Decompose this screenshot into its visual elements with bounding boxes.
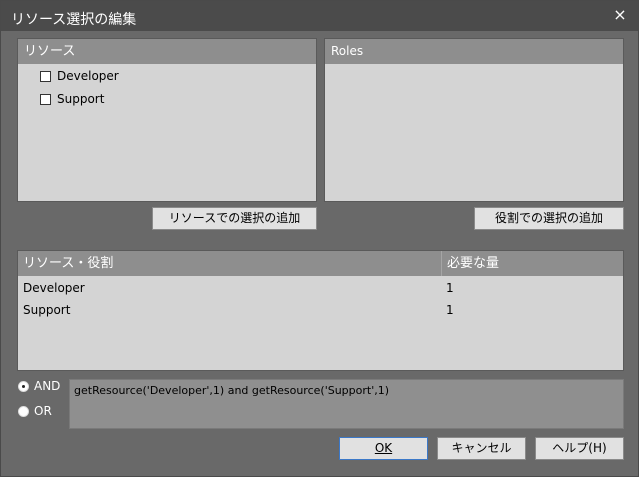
- table-row[interactable]: Support 1: [18, 299, 623, 321]
- ok-label: OK: [374, 441, 393, 455]
- column-header-required-amount[interactable]: 必要な量: [442, 251, 623, 276]
- resources-panel-header: リソース: [18, 39, 316, 64]
- close-icon[interactable]: ×: [610, 5, 630, 25]
- resources-panel: リソース Developer Support: [17, 38, 317, 202]
- row-amount: 1: [446, 281, 454, 295]
- resource-item-label: Support: [57, 92, 105, 106]
- table-row[interactable]: Developer 1: [18, 277, 623, 299]
- column-header-resource-role[interactable]: リソース・役割: [18, 251, 442, 276]
- row-name: Support: [23, 303, 71, 317]
- and-radio-option[interactable]: AND: [18, 379, 60, 393]
- row-amount: 1: [446, 303, 454, 317]
- support-checkbox[interactable]: [40, 93, 51, 105]
- add-by-role-button[interactable]: 役割での選択の追加: [474, 207, 624, 230]
- resource-item-label: Developer: [57, 69, 119, 83]
- edit-resource-selection-dialog: リソース選択の編集 × リソース Developer Support Roles…: [0, 0, 639, 477]
- ok-button[interactable]: OK: [339, 437, 428, 460]
- or-radio-option[interactable]: OR: [18, 404, 52, 418]
- resource-item-support[interactable]: Support: [40, 90, 104, 108]
- add-by-resource-button[interactable]: リソースでの選択の追加: [152, 207, 317, 230]
- roles-panel: Roles: [324, 38, 624, 202]
- title-bar: リソース選択の編集 ×: [1, 1, 638, 31]
- requirements-table: リソース・役割 必要な量 Developer 1 Support 1: [17, 250, 624, 371]
- or-label: OR: [34, 404, 52, 418]
- cancel-button[interactable]: キャンセル: [437, 437, 526, 460]
- dialog-title: リソース選択の編集: [11, 12, 137, 28]
- selection-expression-field[interactable]: getResource('Developer',1) and getResour…: [69, 379, 624, 429]
- and-radio[interactable]: [18, 380, 29, 392]
- or-radio[interactable]: [18, 405, 29, 417]
- row-name: Developer: [23, 281, 85, 295]
- roles-panel-header: Roles: [325, 39, 623, 64]
- help-button[interactable]: ヘルプ(H): [535, 437, 624, 460]
- selection-expression: getResource('Developer',1) and getResour…: [74, 384, 390, 397]
- developer-checkbox[interactable]: [40, 70, 51, 82]
- and-label: AND: [34, 379, 61, 393]
- resource-item-developer[interactable]: Developer: [40, 67, 119, 85]
